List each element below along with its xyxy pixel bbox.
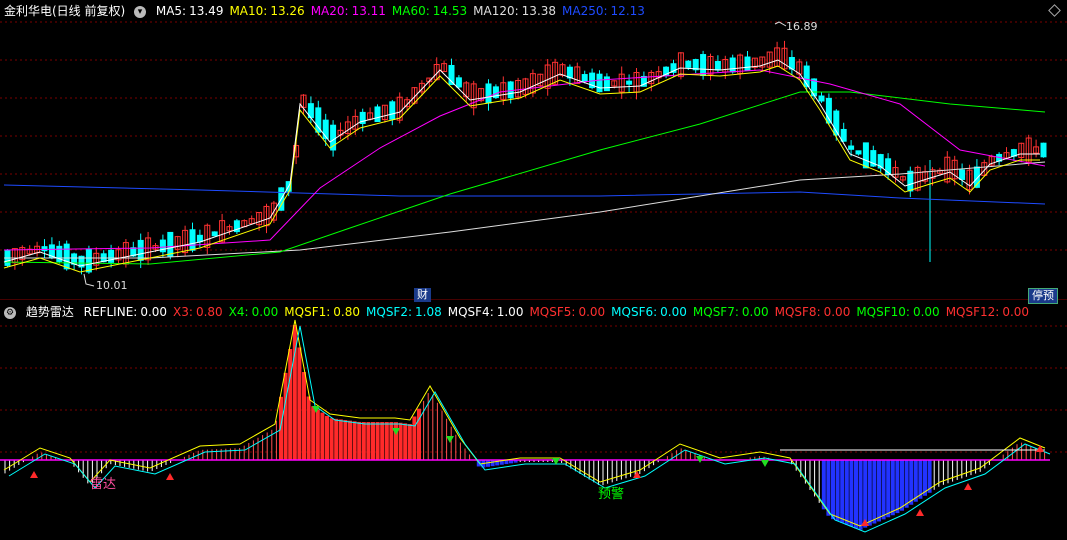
candle-body (41, 246, 48, 252)
candle-body (848, 145, 855, 150)
candle-body (63, 243, 70, 270)
buy-arrow (916, 509, 924, 516)
price-high-label: 16.89 (786, 20, 818, 33)
ma250-line (3, 184, 1046, 205)
buy-arrow (166, 473, 174, 480)
candle-body (389, 101, 396, 120)
cai-badge[interactable]: 财 (414, 288, 431, 302)
radar-signal-label: 雷达 (90, 477, 117, 492)
candle-body (714, 61, 721, 71)
price-chart[interactable] (0, 0, 1067, 300)
ma60-line (3, 91, 1046, 265)
candle-body (189, 229, 196, 251)
candle-body (855, 150, 862, 155)
candle-body (85, 248, 92, 273)
candle-body (907, 170, 914, 192)
candle-body (167, 231, 174, 257)
candle-body (374, 106, 381, 123)
buy-arrow (964, 483, 972, 490)
candle-body (581, 74, 588, 82)
candle-body (196, 234, 203, 243)
candle-body (700, 54, 707, 77)
candle-body (626, 80, 633, 85)
candle-body (818, 95, 825, 102)
candle-body (685, 60, 692, 68)
candle-body (455, 77, 462, 88)
candle-body (959, 169, 966, 180)
warning-signal-label: 预警 (598, 487, 625, 502)
sell-arrow (446, 436, 454, 443)
ma5-line (3, 59, 1040, 267)
ma10-line (3, 65, 1040, 273)
candle-body (485, 83, 492, 104)
candle-body (211, 231, 218, 237)
candle-body (1040, 142, 1047, 158)
low-leader (83, 273, 95, 287)
buy-arrow (30, 471, 38, 478)
sell-arrow (761, 460, 769, 467)
indicator-chart[interactable] (0, 302, 1067, 540)
candle-body (729, 57, 736, 73)
candle-body (137, 239, 144, 261)
price-low-label: 10.01 (96, 279, 128, 292)
candle-body (596, 73, 603, 93)
candle-body (507, 81, 514, 99)
candle-body (840, 128, 847, 142)
high-leader (774, 21, 787, 27)
candle-body (862, 142, 869, 169)
candle-body (744, 56, 751, 71)
candle-body (315, 107, 322, 133)
